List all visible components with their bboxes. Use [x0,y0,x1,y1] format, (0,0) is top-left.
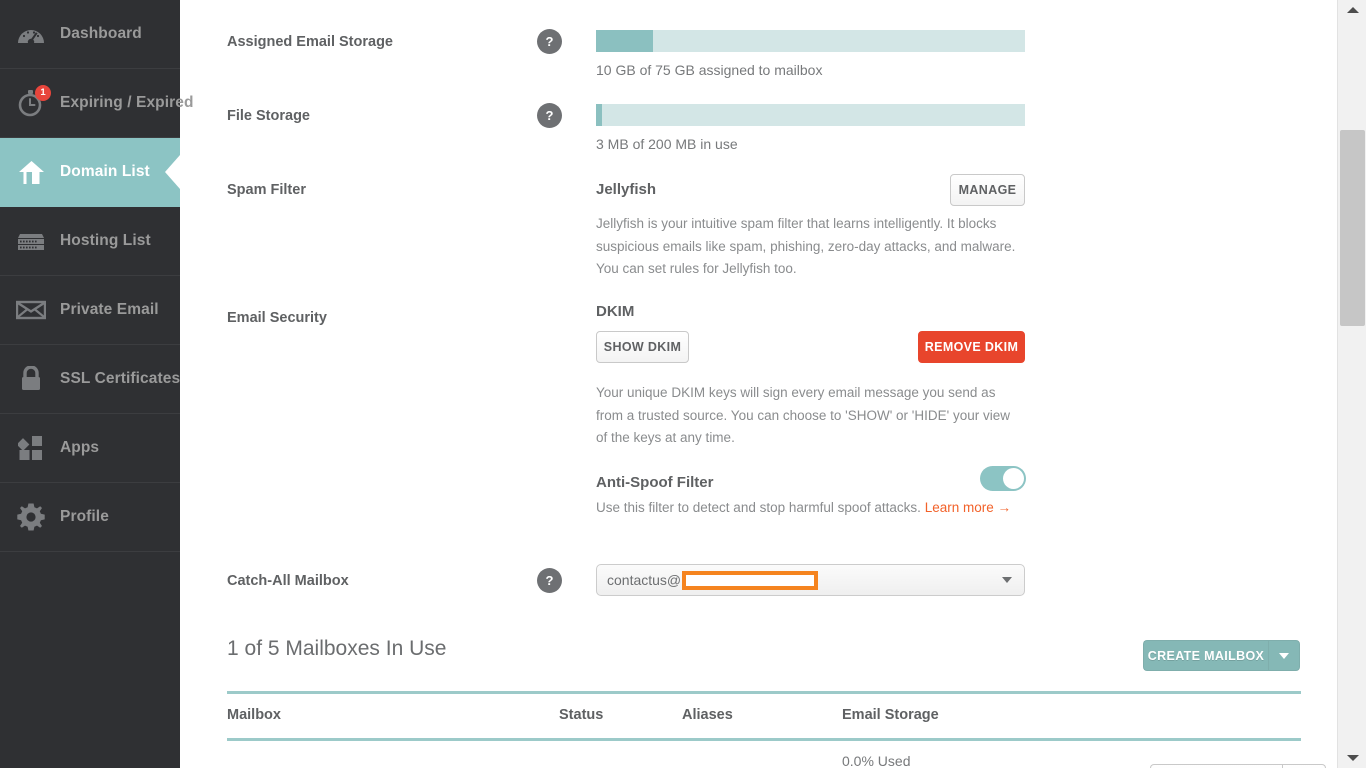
assigned-email-storage-progress-fill [596,30,654,52]
chevron-up-icon [1346,7,1359,13]
catch-all-mailbox-value: contactus@ [607,570,819,590]
page-scrollbar[interactable] [1337,0,1366,768]
sidebar-item-ssl-certificates[interactable]: SSL Certificates [0,345,180,414]
chevron-down-icon [1279,652,1289,659]
stopwatch-icon: 1 [14,85,51,120]
sidebar-item-label: Profile [60,508,109,525]
mailboxes-heading: 1 of 5 Mailboxes In Use [227,637,447,660]
sidebar-item-dashboard[interactable]: Dashboard [0,0,180,69]
sidebar-item-domain-list[interactable]: Domain List [0,138,180,207]
sidebar-item-label: Private Email [60,301,159,318]
sidebar-item-label: Dashboard [60,25,142,42]
spam-filter-description: Jellyfish is your intuitive spam filter … [596,216,1016,276]
domain-email-settings-panel: Assigned Email Storage ? 10 GB of 75 GB … [180,0,1337,768]
remove-dkim-button[interactable]: REMOVE DKIM [918,331,1025,363]
sidebar-item-label: SSL Certificates [60,370,181,387]
toggle-knob [1003,468,1024,489]
catch-all-mailbox-select[interactable]: contactus@ [596,564,1025,596]
table-header-mailbox: Mailbox [227,707,281,723]
anti-spoof-filter-description: Use this filter to detect and stop harmf… [596,499,1036,517]
catch-all-mailbox-help-icon[interactable]: ? [537,568,562,593]
dashboard-gauge-icon [14,17,48,51]
table-header-rule [227,738,1301,741]
catch-all-mailbox-label: Catch-All Mailbox [227,573,349,589]
create-mailbox-button[interactable]: CREATE MAILBOX [1143,640,1268,671]
anti-spoof-description-text: Use this filter to detect and stop harmf… [596,500,921,515]
gear-icon [14,500,48,534]
file-storage-progress-fill [596,104,603,126]
sidebar-item-label: Apps [60,439,100,456]
anti-spoof-filter-toggle[interactable] [980,466,1026,491]
sidebar-item-profile[interactable]: Profile [0,483,180,552]
table-row-email-storage-value: 0.0% Used [842,753,911,768]
file-storage-label: File Storage [227,108,310,124]
envelope-icon [14,293,48,327]
sidebar-badge-count: 1 [35,85,51,101]
file-storage-help-icon[interactable]: ? [537,103,562,128]
chevron-down-icon [1346,755,1359,761]
sidebar-item-label: Domain List [60,163,150,180]
assigned-email-storage-progress-bar [596,30,1025,52]
sidebar-item-label: Hosting List [60,232,151,249]
sidebar-item-hosting-list[interactable]: Hosting List [0,207,180,276]
sidebar-item-label: Expiring / Expired [60,94,194,111]
scrollbar-up-arrow[interactable] [1338,0,1366,20]
app-root: Dashboard 1 Expiring / Expired Domain Li… [0,0,1366,768]
email-security-label: Email Security [227,310,327,326]
chevron-down-icon [1002,577,1012,583]
anti-spoof-filter-title: Anti-Spoof Filter [596,474,714,491]
show-dkim-button[interactable]: SHOW DKIM [596,331,689,363]
redaction-box [682,570,819,590]
sidebar-item-expiring-expired[interactable]: 1 Expiring / Expired [0,69,193,138]
sidebar: Dashboard 1 Expiring / Expired Domain Li… [0,0,193,768]
scrollbar-down-arrow[interactable] [1338,748,1366,768]
table-row-action-button[interactable] [1150,764,1326,768]
home-icon [14,155,48,189]
dkim-title: DKIM [596,303,635,320]
catch-all-mailbox-value-prefix: contactus@ [607,572,682,588]
assigned-email-storage-label: Assigned Email Storage [227,34,393,50]
spam-filter-name: Jellyfish [596,181,657,198]
file-storage-progress-bar [596,104,1025,126]
apps-icon [14,431,48,465]
assigned-email-storage-help-icon[interactable]: ? [537,29,562,54]
anti-spoof-learn-more-link[interactable]: Learn more → [925,500,1011,515]
file-storage-caption: 3 MB of 200 MB in use [596,136,738,152]
server-icon [14,224,48,258]
manage-spam-filter-button[interactable]: MANAGE [950,174,1025,206]
table-header-status: Status [559,707,604,723]
table-header-aliases: Aliases [682,707,733,723]
lock-icon [14,362,48,396]
spam-filter-label: Spam Filter [227,182,306,198]
table-header-email-storage: Email Storage [842,707,939,723]
main-content: Assigned Email Storage ? 10 GB of 75 GB … [180,0,1366,768]
scrollbar-thumb[interactable] [1340,130,1365,326]
assigned-email-storage-caption: 10 GB of 75 GB assigned to mailbox [596,62,823,78]
table-top-rule [227,691,1301,694]
sidebar-item-private-email[interactable]: Private Email [0,276,180,345]
dkim-description: Your unique DKIM keys will sign every em… [596,385,1010,445]
create-mailbox-dropdown-button[interactable] [1268,640,1300,671]
sidebar-item-apps[interactable]: Apps [0,414,180,483]
